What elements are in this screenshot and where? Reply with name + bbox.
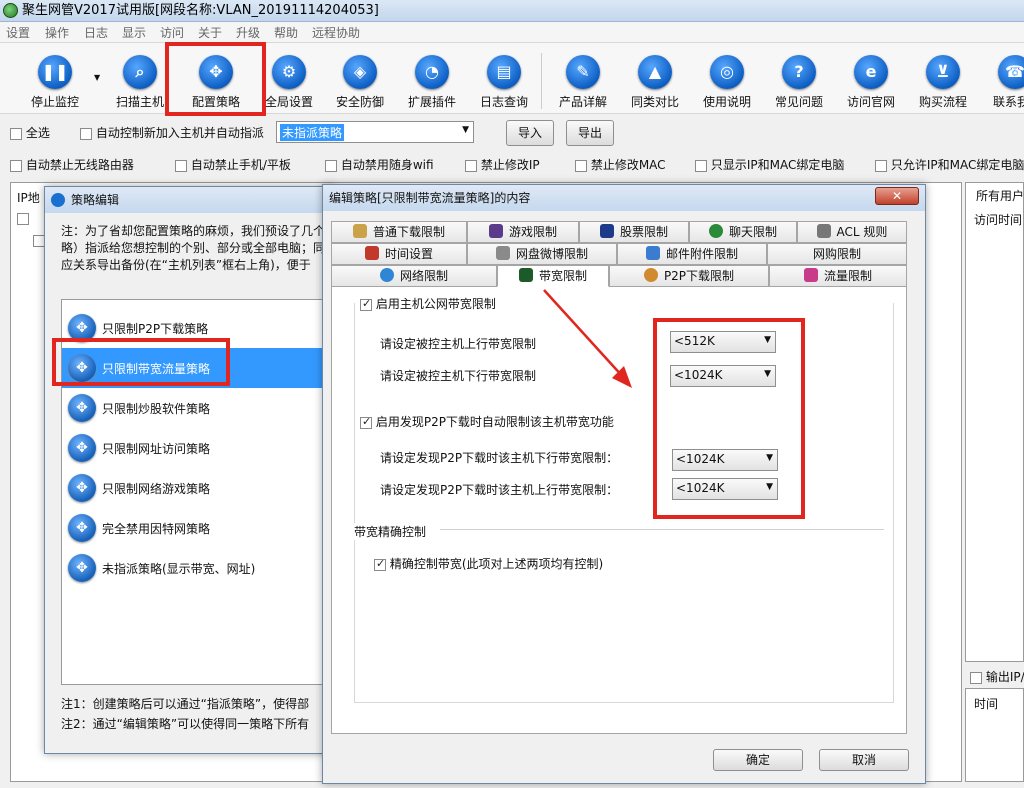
monitor-icon — [518, 268, 533, 282]
annotation-arrow — [543, 289, 632, 388]
tab-bandwidth-limit[interactable]: 带宽限制 — [497, 265, 609, 287]
arrow-shaft — [543, 289, 625, 379]
